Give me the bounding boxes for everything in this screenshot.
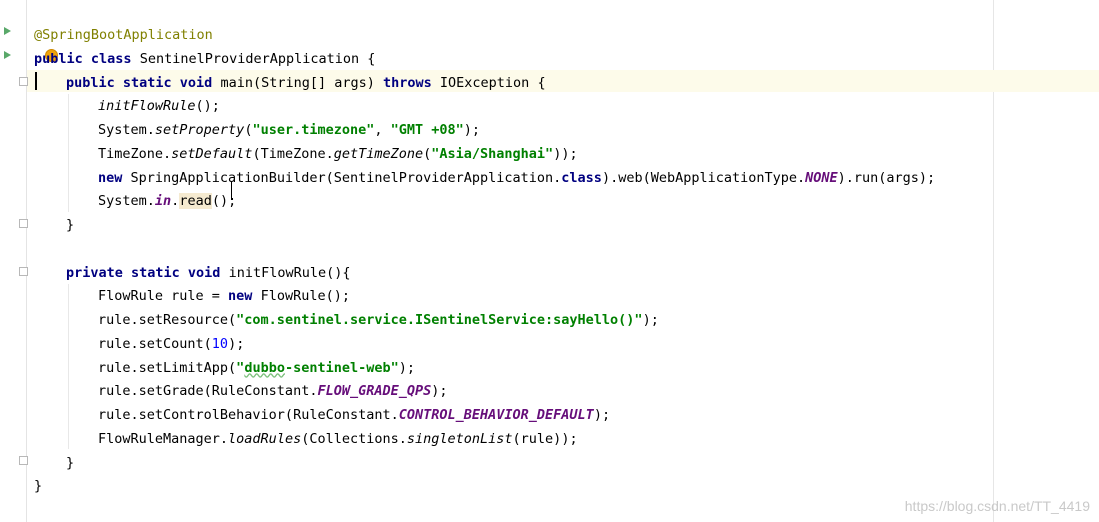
code-text: rule.setLimitApp( xyxy=(98,359,237,376)
code-text: FlowRuleManager. xyxy=(98,430,229,447)
code-line: @SpringBootApplication xyxy=(34,24,935,48)
code-text: rule.setGrade(RuleConstant. xyxy=(98,383,318,400)
code-text: main(String[] args) xyxy=(212,74,383,91)
static-field: FLOW_GRADE_QPS xyxy=(317,383,432,400)
code-text: TimeZone. xyxy=(98,145,172,162)
code-text: ); xyxy=(463,122,481,138)
keyword: new xyxy=(98,169,123,186)
typo-string-literal: dubbo xyxy=(244,359,285,376)
code-text: (); xyxy=(195,98,220,115)
method-call: singletonList xyxy=(406,430,513,447)
mouse-ibeam-cursor xyxy=(231,182,232,200)
code-text: System. xyxy=(98,193,155,210)
code-text: (Collections. xyxy=(301,430,407,447)
code-text: } xyxy=(66,217,75,233)
static-field: in xyxy=(154,193,172,210)
code-text: } xyxy=(66,454,75,471)
method-call: initFlowRule xyxy=(98,98,196,115)
code-text: (); xyxy=(211,193,237,210)
code-text: initFlowRule(){ xyxy=(220,264,351,281)
keyword: private static void xyxy=(66,264,221,281)
code-text: ); xyxy=(398,359,416,376)
code-text: ).web(WebApplicationType. xyxy=(601,169,806,186)
run-icon[interactable] xyxy=(2,50,12,60)
code-line: public static void main(String[] args) t… xyxy=(34,72,935,96)
code-line: } xyxy=(34,452,935,476)
code-line: TimeZone.setDefault(TimeZone.getTimeZone… xyxy=(34,143,935,167)
code-text: System. xyxy=(98,122,155,138)
code-text: (TimeZone. xyxy=(252,145,334,162)
static-field: NONE xyxy=(805,169,838,186)
number-literal: 10 xyxy=(211,335,229,352)
method-call: setProperty xyxy=(154,122,245,138)
string-literal: -sentinel-web" xyxy=(284,359,399,376)
keyword: throws xyxy=(383,74,432,91)
keyword: class xyxy=(90,50,132,67)
annotation: @SpringBootApplication xyxy=(34,27,213,43)
string-literal: "user.timezone" xyxy=(252,122,375,138)
code-line: public class SentinelProviderApplication… xyxy=(34,48,935,72)
code-text: ); xyxy=(431,383,448,400)
code-text: ); xyxy=(593,407,611,423)
keyword: new xyxy=(228,288,253,305)
keyword: public static void xyxy=(66,74,213,91)
code-line: System.in.read(); xyxy=(34,190,935,214)
keyword: class xyxy=(561,169,602,186)
code-line: rule.setControlBehavior(RuleConstant.CON… xyxy=(34,404,935,428)
string-literal: "com.sentinel.service.ISentinelService:s… xyxy=(236,312,643,328)
static-field: CONTROL_BEHAVIOR_DEFAULT xyxy=(398,407,594,423)
code-text: (rule)); xyxy=(512,430,578,447)
code-line: FlowRule rule = new FlowRule(); xyxy=(34,285,935,309)
code-line: rule.setCount(10); xyxy=(34,333,935,357)
run-icon[interactable] xyxy=(2,26,12,36)
watermark: https://blog.csdn.net/TT_4419 xyxy=(904,498,1090,514)
code-line: } xyxy=(34,214,935,238)
string-literal: "GMT +08" xyxy=(390,122,464,138)
keyword: public xyxy=(34,50,83,67)
highlighted-method: read xyxy=(179,193,212,210)
code-text: ).run(args); xyxy=(837,169,936,186)
code-text: FlowRule rule = xyxy=(98,288,229,305)
method-call: getTimeZone xyxy=(333,145,424,162)
method-call: loadRules xyxy=(228,430,302,447)
code-text: rule.setCount( xyxy=(98,335,212,352)
code-text: )); xyxy=(553,145,578,162)
string-literal: "Asia/Shanghai" xyxy=(431,145,554,162)
code-line: private static void initFlowRule(){ xyxy=(34,262,935,286)
fold-icon[interactable] xyxy=(19,77,28,86)
code-text: IOException { xyxy=(431,74,546,91)
code-text: rule.setResource( xyxy=(98,312,237,328)
code-line: rule.setLimitApp("dubbo-sentinel-web"); xyxy=(34,357,935,381)
text-caret xyxy=(35,72,37,90)
code-text: ); xyxy=(642,312,659,328)
code-line: rule.setGrade(RuleConstant.FLOW_GRADE_QP… xyxy=(34,380,935,404)
code-line: System.setProperty("user.timezone", "GMT… xyxy=(34,119,935,143)
code-text: SentinelProviderApplication { xyxy=(131,50,376,67)
code-editor[interactable]: @SpringBootApplication public class Sent… xyxy=(34,24,935,499)
code-text: SpringApplicationBuilder(SentinelProvide… xyxy=(122,169,562,186)
code-text: } xyxy=(34,478,43,495)
fold-icon[interactable] xyxy=(19,219,28,228)
code-line: } xyxy=(34,475,935,499)
code-line: initFlowRule(); xyxy=(34,95,935,119)
fold-icon[interactable] xyxy=(19,267,28,276)
code-line: FlowRuleManager.loadRules(Collections.si… xyxy=(34,428,935,452)
fold-icon[interactable] xyxy=(19,456,28,465)
code-text: FlowRule(); xyxy=(252,288,350,305)
code-text: , xyxy=(374,122,391,138)
code-text: ); xyxy=(228,335,245,352)
code-text: rule.setControlBehavior(RuleConstant. xyxy=(98,407,399,423)
code-line: rule.setResource("com.sentinel.service.I… xyxy=(34,309,935,333)
code-line: new SpringApplicationBuilder(SentinelPro… xyxy=(34,167,935,191)
method-call: setDefault xyxy=(171,145,253,162)
